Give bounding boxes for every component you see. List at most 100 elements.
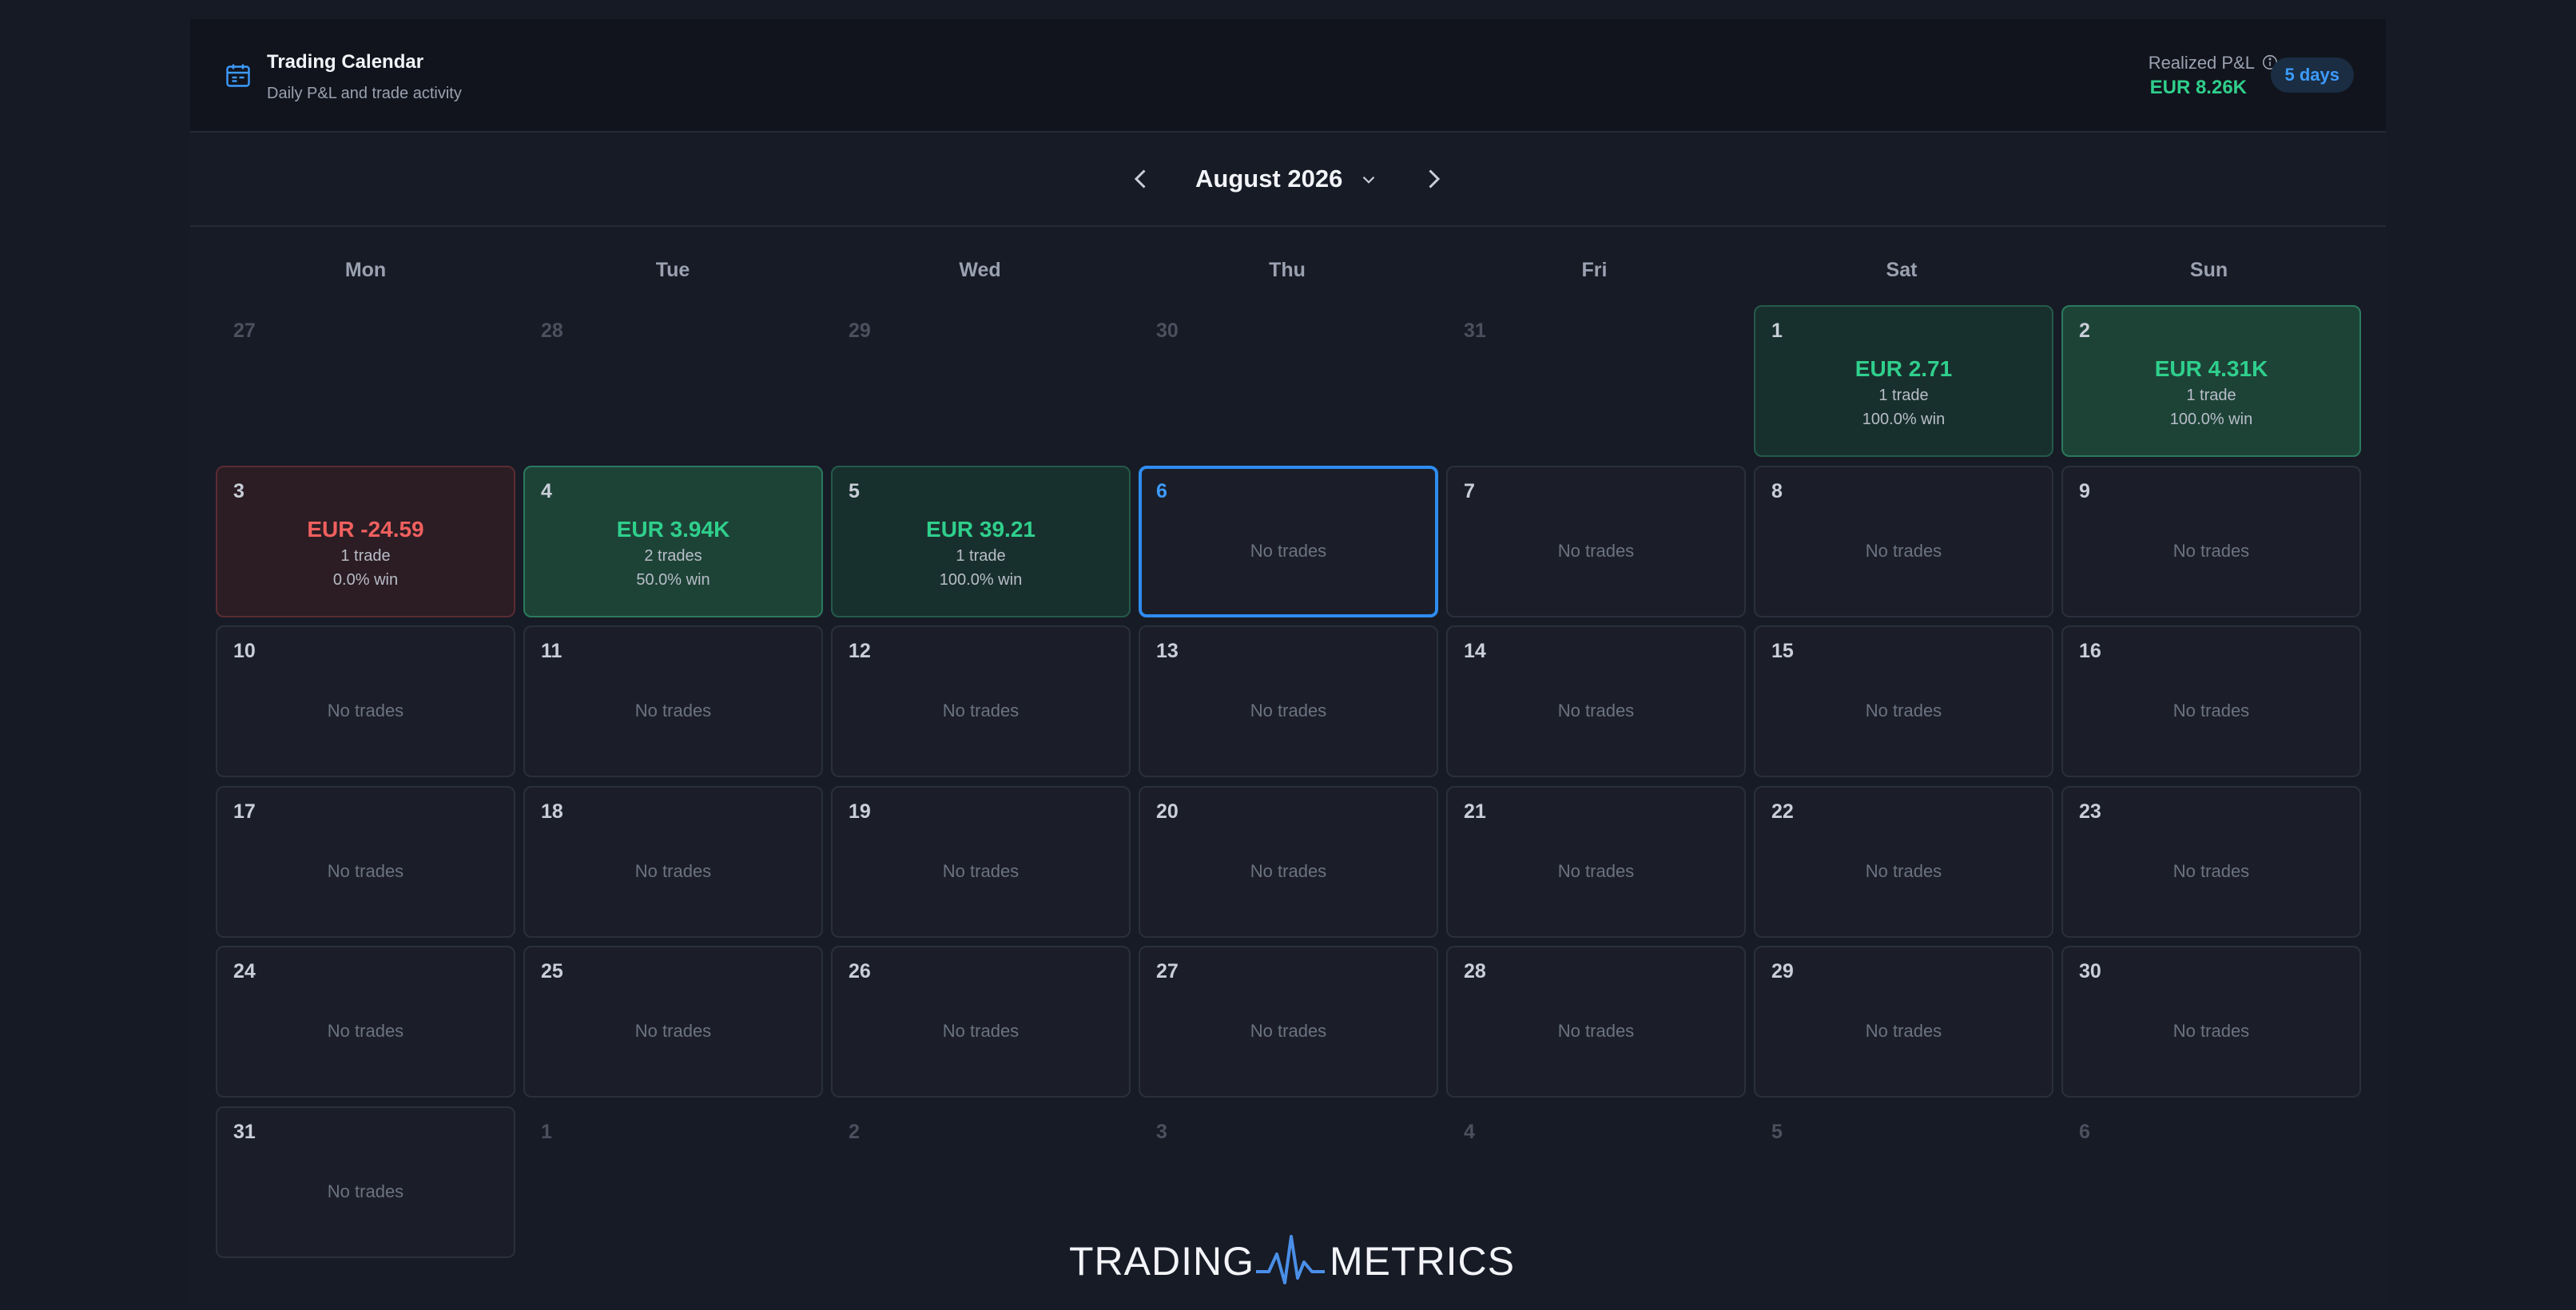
calendar-day[interactable]: 20 No trades	[1139, 785, 1438, 938]
calendar-day-outside: 30	[1139, 305, 1438, 457]
no-trades-label: No trades	[1557, 540, 1635, 561]
calendar-day[interactable]: 4 EUR 3.94K 2 trades 50.0% win	[523, 465, 823, 617]
no-trades-label: No trades	[634, 1021, 712, 1041]
day-number: 26	[849, 960, 871, 982]
no-trades-label: No trades	[1250, 540, 1327, 561]
day-number: 2	[2079, 320, 2090, 342]
no-trades-label: No trades	[2173, 1021, 2250, 1041]
trade-count: 1 trade	[1878, 387, 1929, 404]
daily-pnl-amount: EUR 3.94K	[616, 516, 730, 542]
calendar-day[interactable]: 1 EUR 2.71 1 trade 100.0% win	[1754, 305, 2053, 457]
win-rate: 100.0% win	[939, 570, 1023, 589]
trade-count: 1 trade	[956, 546, 1006, 565]
daily-pnl-amount: EUR 2.71	[1854, 356, 1953, 381]
chevron-down-icon[interactable]	[1358, 169, 1379, 190]
no-trades-label: No trades	[942, 701, 1020, 720]
calendar-day[interactable]: 23 No trades	[2061, 785, 2361, 938]
calendar-day[interactable]: 7 No trades	[1446, 465, 1746, 617]
calendar-day[interactable]: 28 No trades	[1446, 946, 1746, 1098]
calendar-day[interactable]: 13 No trades	[1139, 625, 1438, 777]
calendar-day-outside: 27	[216, 305, 515, 457]
realized-pnl-label: Realized P&L	[2149, 53, 2279, 73]
day-number: 19	[849, 800, 871, 823]
calendar-header: Trading Calendar Daily P&L and trade act…	[190, 19, 2386, 133]
no-trades-label: No trades	[1865, 860, 1942, 881]
calendar-day[interactable]: 16 No trades	[2061, 625, 2361, 777]
day-number: 3	[233, 479, 244, 502]
win-rate: 100.0% win	[1862, 411, 1946, 428]
day-number: 15	[1771, 640, 1794, 662]
month-selector[interactable]: August 2026	[1195, 165, 1342, 193]
day-number: 30	[2079, 960, 2101, 982]
no-trades-label: No trades	[1865, 540, 1942, 561]
no-trades-label: No trades	[1557, 860, 1635, 881]
day-number: 22	[1771, 800, 1794, 823]
no-trades-label: No trades	[1250, 1021, 1327, 1041]
day-number: 4	[1464, 1120, 1475, 1143]
weekday-thu: Thu	[1269, 259, 1306, 281]
trading-calendar-panel: Trading Calendar Daily P&L and trade act…	[190, 19, 2386, 1310]
day-number: 31	[233, 1120, 256, 1143]
no-trades-label: No trades	[634, 701, 712, 720]
calendar-day[interactable]: 8 No trades	[1754, 465, 2053, 617]
calendar-day[interactable]: 12 No trades	[831, 625, 1131, 777]
calendar-day[interactable]: 3 EUR -24.59 1 trade 0.0% win	[216, 465, 515, 617]
day-number: 5	[849, 479, 860, 502]
calendar-day-outside: 28	[523, 305, 823, 457]
daily-pnl-amount: EUR -24.59	[307, 516, 424, 542]
no-trades-label: No trades	[327, 860, 404, 881]
weekday-sun: Sun	[2189, 259, 2228, 281]
realized-pnl-value: EUR 8.26K	[2149, 77, 2247, 98]
calendar-day[interactable]: 19 No trades	[831, 785, 1131, 938]
calendar-day-outside: 31	[1446, 305, 1746, 457]
calendar-day[interactable]: 25 No trades	[523, 946, 823, 1098]
day-number: 6	[2079, 1120, 2090, 1143]
no-trades-label: No trades	[942, 860, 1020, 881]
trade-count: 2 trades	[644, 546, 702, 565]
calendar-day[interactable]: 2 EUR 4.31K 1 trade 100.0% win	[2061, 305, 2361, 457]
day-number: 20	[1156, 800, 1179, 823]
calendar-day[interactable]: 22 No trades	[1754, 785, 2053, 938]
trade-count: 1 trade	[340, 546, 391, 565]
win-rate: 100.0% win	[2169, 411, 2253, 428]
next-month-button[interactable]	[1419, 165, 1448, 193]
calendar-day[interactable]: 9 No trades	[2061, 465, 2361, 617]
calendar-day[interactable]: 15 No trades	[1754, 625, 2053, 777]
realized-pnl-label-text: Realized P&L	[2148, 53, 2255, 73]
day-number: 8	[1771, 479, 1783, 502]
calendar-day[interactable]: 5 EUR 39.21 1 trade 100.0% win	[831, 465, 1131, 617]
calendar-day[interactable]: 17 No trades	[216, 785, 515, 938]
calendar-day[interactable]: 29 No trades	[1754, 946, 2053, 1098]
day-number: 6	[1156, 479, 1167, 502]
day-number: 18	[541, 800, 563, 823]
day-number: 27	[233, 320, 256, 342]
calendar-day[interactable]: 21 No trades	[1446, 785, 1746, 938]
calendar-day[interactable]: 10 No trades	[216, 625, 515, 777]
weekday-header-row: Mon Tue Wed Thu Fri Sat Sun	[216, 259, 2360, 291]
calendar-day[interactable]: 30 No trades	[2061, 946, 2361, 1098]
day-number: 23	[2079, 800, 2101, 823]
prev-month-button[interactable]	[1127, 165, 1155, 193]
day-number: 29	[849, 320, 871, 342]
day-number: 25	[541, 960, 563, 982]
daily-pnl-amount: EUR 39.21	[926, 516, 1036, 542]
day-number: 29	[1771, 960, 1794, 982]
day-number: 5	[1771, 1120, 1783, 1143]
calendar-day[interactable]: 18 No trades	[523, 785, 823, 938]
calendar-day[interactable]: 27 No trades	[1139, 946, 1438, 1098]
calendar-day[interactable]: 24 No trades	[216, 946, 515, 1098]
day-number: 13	[1156, 640, 1179, 662]
no-trades-label: No trades	[327, 701, 404, 720]
day-number: 27	[1156, 960, 1179, 982]
calendar-day[interactable]: 14 No trades	[1446, 625, 1746, 777]
calendar-day[interactable]: 31 No trades	[216, 1106, 515, 1258]
day-number: 1	[541, 1120, 552, 1143]
no-trades-label: No trades	[1250, 701, 1327, 720]
no-trades-label: No trades	[942, 1021, 1020, 1041]
weekday-fri: Fri	[1581, 259, 1608, 281]
no-trades-label: No trades	[634, 860, 712, 881]
calendar-day-outside: 29	[831, 305, 1131, 457]
calendar-day[interactable]: 26 No trades	[831, 946, 1131, 1098]
calendar-day[interactable]: 6 No trades	[1139, 465, 1438, 617]
calendar-day[interactable]: 11 No trades	[523, 625, 823, 777]
